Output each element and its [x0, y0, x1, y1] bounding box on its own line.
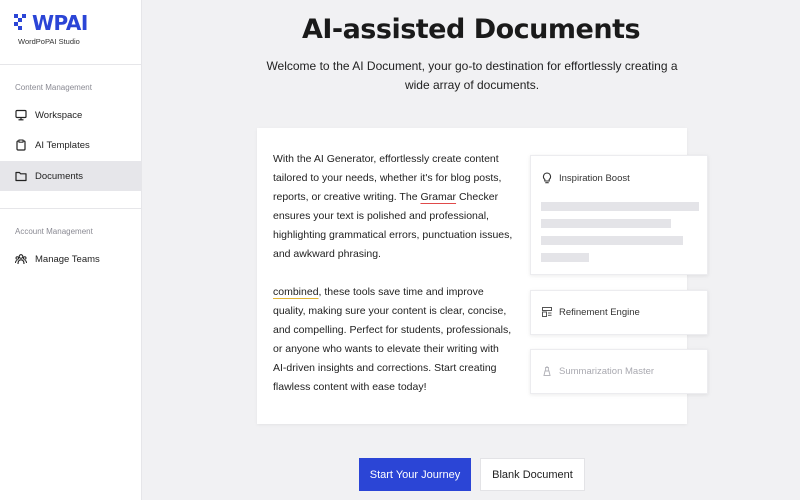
page-subtitle: Welcome to the AI Document, your go-to d… [266, 59, 678, 92]
feature-label: Refinement Engine [559, 306, 640, 318]
section-label-account: Account Management [15, 227, 93, 236]
monitor-icon [15, 109, 27, 121]
grammar-error-word[interactable]: Gramar [420, 191, 456, 203]
folder-icon [15, 170, 27, 182]
clipboard-icon [15, 139, 27, 151]
feature-card-refinement-engine[interactable]: Refinement Engine [530, 290, 708, 335]
refine-icon [541, 306, 553, 318]
text-segment: , these tools save time and improve qual… [273, 286, 512, 393]
feature-card-inspiration-boost[interactable]: Inspiration Boost [530, 155, 708, 275]
sidebar-item-manage-teams[interactable]: Manage Teams [0, 244, 141, 274]
skeleton-line [541, 202, 699, 211]
blank-document-button[interactable]: Blank Document [480, 458, 585, 491]
feature-label: Summarization Master [559, 365, 655, 377]
page-title: AI-assisted Documents [301, 14, 641, 45]
summary-icon [541, 365, 553, 377]
sidebar-item-label: Manage Teams [35, 253, 100, 265]
team-icon [15, 253, 27, 265]
start-journey-button[interactable]: Start Your Journey [359, 458, 471, 491]
brand-subtitle: WordPoPAI Studio [18, 37, 80, 46]
sidebar: WPAI WordPoPAI Studio Content Management… [0, 0, 142, 500]
intro-paragraph-2: combined, these tools save time and impr… [273, 283, 513, 397]
sidebar-item-documents[interactable]: Documents [0, 161, 141, 191]
section-label-content: Content Management [15, 83, 92, 92]
intro-paragraph-1: With the AI Generator, effortlessly crea… [273, 150, 513, 264]
feature-label: Inspiration Boost [559, 172, 630, 184]
brand-name: WPAI [32, 11, 88, 35]
brand[interactable]: WPAI WordPoPAI Studio [14, 12, 88, 46]
sidebar-item-ai-templates[interactable]: AI Templates [0, 130, 141, 160]
logo-mark-icon [14, 14, 30, 32]
skeleton-line [541, 236, 683, 245]
sidebar-item-label: Documents [35, 170, 84, 182]
highlighted-word[interactable]: combined [273, 286, 319, 298]
intro-text[interactable]: With the AI Generator, effortlessly crea… [273, 150, 513, 397]
lightbulb-icon [541, 172, 553, 184]
sidebar-item-label: AI Templates [35, 139, 90, 151]
sidebar-item-workspace[interactable]: Workspace [0, 100, 141, 130]
divider [0, 64, 141, 65]
skeleton-line [541, 253, 589, 262]
skeleton-line [541, 219, 671, 228]
sidebar-item-label: Workspace [35, 109, 83, 121]
feature-card-summarization-master[interactable]: Summarization Master [530, 349, 708, 394]
divider [0, 208, 141, 209]
